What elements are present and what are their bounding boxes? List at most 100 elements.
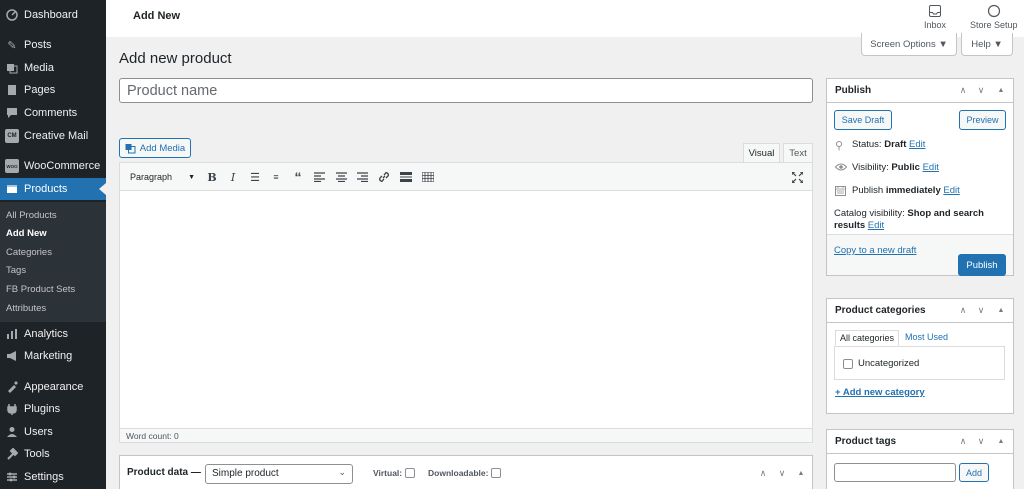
pages-icon — [5, 83, 19, 97]
tab-most-used[interactable]: Most Used — [901, 330, 952, 344]
menu-item-woocommerce[interactable]: WOO WooCommerce — [0, 155, 106, 177]
admin-sidebar: Dashboard ✎ Posts Media Pages Comments C… — [0, 0, 106, 489]
format-value: Paragraph — [130, 172, 173, 182]
menu-label: Pages — [24, 84, 56, 96]
virtual-checkbox[interactable] — [405, 468, 416, 478]
menu-item-users[interactable]: Users — [0, 421, 106, 443]
align-left-icon[interactable] — [311, 169, 327, 185]
tab-visual[interactable]: Visual — [743, 143, 780, 162]
comments-icon — [5, 106, 19, 120]
link-icon[interactable] — [376, 169, 392, 185]
menu-label: WooCommerce — [24, 160, 101, 172]
settings-icon — [5, 470, 19, 484]
pin-icon: ✎ — [7, 39, 17, 52]
edit-visibility-link[interactable]: Edit — [923, 162, 939, 173]
italic-icon[interactable]: I — [225, 169, 241, 185]
align-center-icon[interactable] — [333, 169, 349, 185]
editor-content-area[interactable] — [120, 191, 812, 424]
move-up-icon[interactable]: ∧ — [756, 466, 770, 480]
collapse-toggle-icon[interactable]: ▲ — [994, 83, 1008, 97]
add-media-label: Add Media — [139, 142, 186, 154]
status-row: ⚲ Status: Draft Edit — [835, 139, 925, 152]
top-header: Add New Inbox Store Setup — [106, 0, 1024, 37]
menu-item-comments[interactable]: Comments — [0, 102, 106, 124]
menu-item-creative-mail[interactable]: CM Creative Mail — [0, 125, 106, 147]
collapse-toggle-icon[interactable]: ▲ — [994, 434, 1008, 448]
submenu-categories[interactable]: Categories — [6, 247, 52, 258]
visibility-label: Visibility: — [852, 162, 889, 173]
collapse-toggle-icon[interactable]: ▲ — [794, 466, 808, 480]
menu-item-pages[interactable]: Pages — [0, 79, 106, 101]
inbox-button[interactable]: Inbox — [924, 4, 946, 30]
move-down-icon[interactable]: ∨ — [974, 303, 988, 317]
menu-item-posts[interactable]: ✎ Posts — [0, 34, 106, 56]
store-setup-button[interactable]: Store Setup — [970, 4, 1018, 30]
move-up-icon[interactable]: ∧ — [956, 83, 970, 97]
menu-label: Plugins — [24, 403, 61, 415]
menu-label: Creative Mail — [24, 130, 89, 142]
menu-label: Comments — [24, 107, 78, 119]
edit-publish-date-link[interactable]: Edit — [943, 185, 959, 196]
edit-status-link[interactable]: Edit — [909, 139, 925, 150]
menu-label: Posts — [24, 39, 52, 51]
preview-button[interactable]: Preview — [959, 110, 1006, 130]
add-tag-button[interactable]: Add — [959, 463, 989, 482]
submenu-add-new[interactable]: Add New — [6, 228, 47, 239]
catalog-visibility-row: Catalog visibility: Shop and search resu… — [834, 208, 1009, 232]
bold-icon[interactable]: B — [204, 169, 220, 185]
woo-icon: WOO — [5, 159, 19, 173]
menu-item-settings[interactable]: Settings — [0, 466, 106, 488]
format-select[interactable]: Paragraph ▼ — [125, 168, 199, 186]
submenu-attributes[interactable]: Attributes — [6, 303, 46, 314]
menu-item-appearance[interactable]: Appearance — [0, 376, 106, 398]
collapse-toggle-icon[interactable]: ▲ — [994, 303, 1008, 317]
tab-all-categories[interactable]: All categories — [835, 330, 900, 346]
menu-label: Tools — [24, 448, 50, 460]
bulleted-list-icon[interactable]: ☰ — [247, 169, 263, 185]
menu-item-marketing[interactable]: Marketing — [0, 345, 106, 367]
menu-label: Settings — [24, 471, 64, 483]
tab-text[interactable]: Text — [783, 143, 813, 162]
categories-box-title: Product categories — [835, 305, 926, 316]
read-more-icon[interactable] — [398, 169, 414, 185]
copy-to-draft-link[interactable]: Copy to a new draft — [834, 245, 916, 256]
move-up-icon[interactable]: ∧ — [956, 303, 970, 317]
move-down-icon[interactable]: ∨ — [775, 466, 789, 480]
add-new-category-link[interactable]: + Add new category — [835, 387, 925, 398]
publish-label: Publish — [852, 185, 884, 196]
screen-options-button[interactable]: Screen Options ▼ — [861, 33, 957, 56]
submenu-fb-product-sets[interactable]: FB Product Sets — [6, 284, 75, 295]
move-up-icon[interactable]: ∧ — [956, 434, 970, 448]
move-down-icon[interactable]: ∨ — [974, 434, 988, 448]
blockquote-icon[interactable]: “ — [290, 169, 306, 185]
menu-item-dashboard[interactable]: Dashboard — [0, 4, 106, 26]
calendar-icon — [835, 185, 847, 197]
publish-button[interactable]: Publish — [958, 254, 1006, 276]
store-setup-label: Store Setup — [970, 20, 1018, 30]
menu-item-analytics[interactable]: Analytics — [0, 323, 106, 345]
menu-item-products[interactable]: Products — [0, 178, 106, 200]
edit-catalog-visibility-link[interactable]: Edit — [868, 220, 884, 231]
add-media-button[interactable]: Add Media — [119, 138, 191, 158]
submenu-tags[interactable]: Tags — [6, 265, 26, 276]
menu-item-tools[interactable]: Tools — [0, 443, 106, 465]
fullscreen-icon[interactable] — [789, 169, 805, 185]
categories-box-header: Product categories ∧ ∨ ▲ — [827, 299, 1013, 323]
help-button[interactable]: Help ▼ — [961, 33, 1013, 56]
downloadable-checkbox[interactable] — [491, 468, 502, 478]
word-count: Word count: 0 — [126, 431, 179, 441]
save-draft-button[interactable]: Save Draft — [834, 110, 892, 130]
product-type-select[interactable]: Simple product ⌄ — [205, 464, 353, 484]
category-checkbox[interactable] — [843, 358, 853, 369]
align-right-icon[interactable] — [354, 169, 370, 185]
visibility-value: Public — [891, 162, 920, 173]
tag-input[interactable] — [834, 463, 956, 482]
toolbar-toggle-icon[interactable] — [420, 169, 436, 185]
product-name-input[interactable] — [119, 78, 813, 103]
submenu-all-products[interactable]: All Products — [6, 210, 57, 221]
menu-item-media[interactable]: Media — [0, 57, 106, 79]
product-data-label: Product data — — [127, 467, 201, 478]
menu-item-plugins[interactable]: Plugins — [0, 398, 106, 420]
move-down-icon[interactable]: ∨ — [974, 83, 988, 97]
numbered-list-icon[interactable]: ≡ — [268, 169, 284, 185]
